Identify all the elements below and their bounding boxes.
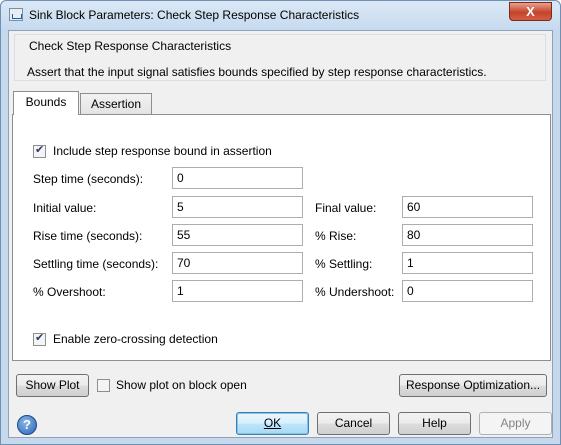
- help-button[interactable]: Help: [398, 412, 471, 435]
- help-icon-glyph: ?: [23, 417, 31, 432]
- dialog-window: Sink Block Parameters: Check Step Respon…: [0, 0, 561, 445]
- bounds-tab-panel: Include step response bound in assertion…: [12, 114, 551, 361]
- title-bar[interactable]: Sink Block Parameters: Check Step Respon…: [1, 1, 560, 30]
- step-time-label: Step time (seconds):: [33, 172, 144, 186]
- cancel-button[interactable]: Cancel: [317, 412, 390, 435]
- rise-time-label: Rise time (seconds):: [33, 229, 143, 243]
- group-title: Check Step Response Characteristics: [28, 39, 233, 53]
- step-time-field[interactable]: [172, 167, 303, 189]
- pct-settling-field[interactable]: [402, 252, 533, 274]
- response-optimization-button[interactable]: Response Optimization...: [399, 374, 547, 397]
- ok-button[interactable]: OK: [236, 412, 309, 435]
- final-value-label: Final value:: [315, 201, 377, 215]
- simulink-app-icon: [9, 8, 23, 21]
- close-icon: X: [526, 4, 535, 19]
- apply-button[interactable]: Apply: [479, 412, 552, 435]
- overshoot-field[interactable]: [172, 280, 303, 302]
- pct-settling-label: % Settling:: [315, 257, 373, 271]
- undershoot-label: % Undershoot:: [315, 285, 395, 299]
- overshoot-label: % Overshoot:: [33, 285, 106, 299]
- pct-rise-field[interactable]: [402, 224, 533, 246]
- show-plot-on-open-checkbox[interactable]: [97, 379, 110, 392]
- tab-assertion[interactable]: Assertion: [80, 93, 152, 115]
- include-bound-label: Include step response bound in assertion: [53, 144, 272, 158]
- zero-crossing-label: Enable zero-crossing detection: [53, 332, 218, 346]
- initial-value-label: Initial value:: [33, 201, 97, 215]
- pct-rise-label: % Rise:: [315, 229, 357, 243]
- show-plot-button[interactable]: Show Plot: [16, 374, 89, 397]
- undershoot-field[interactable]: [402, 280, 533, 302]
- settling-time-label: Settling time (seconds):: [33, 257, 159, 271]
- final-value-field[interactable]: [402, 196, 533, 218]
- dialog-body: Check Step Response Characteristics Asse…: [8, 30, 553, 438]
- include-bound-checkbox[interactable]: [33, 143, 46, 158]
- block-description-group: Check Step Response Characteristics Asse…: [14, 34, 546, 81]
- settling-time-field[interactable]: [172, 252, 303, 274]
- rise-time-field[interactable]: [172, 224, 303, 246]
- initial-value-field[interactable]: [172, 196, 303, 218]
- zero-crossing-checkbox[interactable]: [33, 331, 46, 346]
- window-title: Sink Block Parameters: Check Step Respon…: [29, 8, 360, 22]
- close-button[interactable]: X: [509, 2, 552, 21]
- show-plot-on-open-label: Show plot on block open: [116, 378, 247, 392]
- tab-bounds[interactable]: Bounds: [13, 91, 79, 115]
- group-description: Assert that the input signal satisfies b…: [27, 65, 487, 79]
- help-icon[interactable]: ?: [17, 415, 37, 435]
